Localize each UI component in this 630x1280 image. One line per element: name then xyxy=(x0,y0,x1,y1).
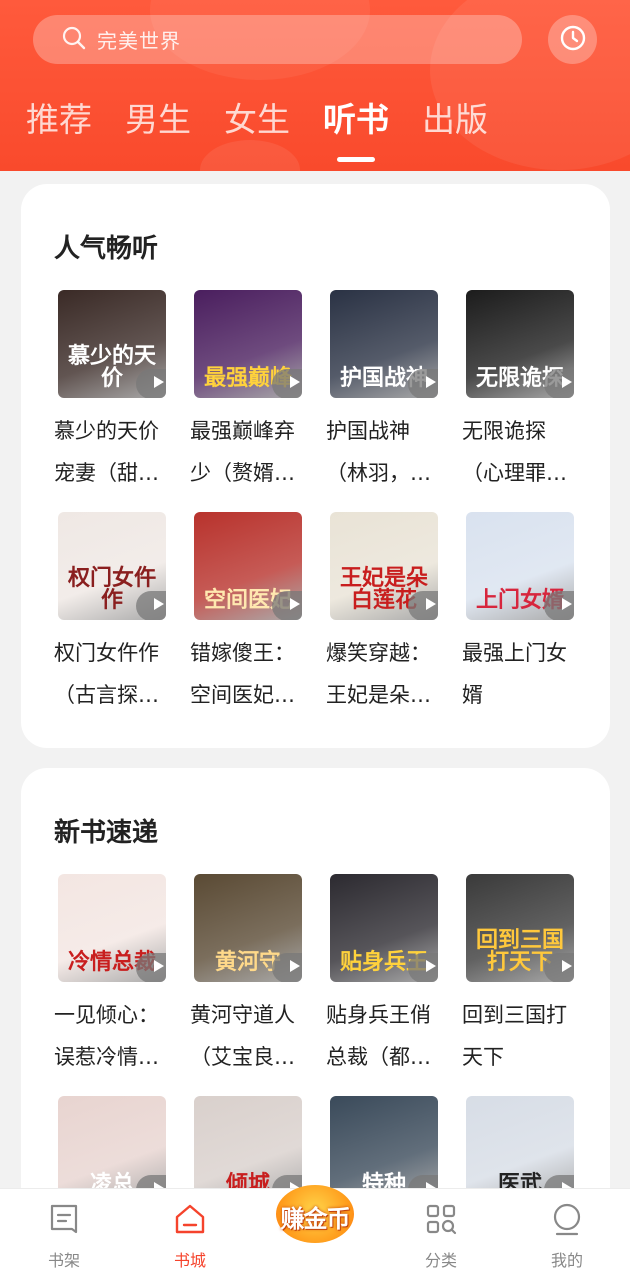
play-button[interactable] xyxy=(136,953,166,982)
nav-earn-coins[interactable]: 赚金币 xyxy=(268,1181,362,1251)
clock-icon xyxy=(558,23,588,57)
book-item[interactable]: 无限诡探无限诡探（心理罪… xyxy=(462,290,582,494)
book-title: 错嫁傻王：空间医妃… xyxy=(190,641,295,707)
search-bar[interactable]: 完美世界 xyxy=(33,15,522,64)
book-title: 爆笑穿越：王妃是朵… xyxy=(326,641,431,707)
popular-section: 人气畅听 慕少的天价 慕少的天价宠妻（甜… 最强巅峰 最强巅峰弃少（赘婿… 护国战神 护国… xyxy=(21,184,610,748)
book-item[interactable]: 上门女婿最强上门女婿 xyxy=(462,512,582,716)
book-item[interactable]: 最强巅峰最强巅峰弃少（赘婿… xyxy=(190,290,310,494)
book-item[interactable]: 空间医妃错嫁傻王：空间医妃… xyxy=(190,512,310,716)
nav-profile[interactable]: 我的 xyxy=(527,1201,607,1271)
book-cover[interactable]: 上门女婿 xyxy=(466,512,574,620)
book-cover[interactable]: 护国战神 xyxy=(330,290,438,398)
play-icon xyxy=(422,958,438,978)
play-icon xyxy=(422,374,438,394)
play-button[interactable] xyxy=(136,591,166,620)
book-title: 回到三国打天下 xyxy=(462,1003,567,1069)
play-icon xyxy=(558,958,574,978)
book-cover[interactable]: 慕少的天价 xyxy=(58,290,166,398)
play-button[interactable] xyxy=(408,369,438,398)
book-title: 护国战神（林羽，… xyxy=(326,419,431,485)
book-cover[interactable]: 无限诡探 xyxy=(466,290,574,398)
tab-female[interactable]: 女生 xyxy=(224,98,290,142)
top-header: 完美世界 推荐 男生 女生 听书 出版 xyxy=(0,0,630,171)
book-title: 黄河守道人（艾宝良… xyxy=(190,1003,295,1069)
play-button[interactable] xyxy=(272,369,302,398)
play-button[interactable] xyxy=(408,591,438,620)
nav-label: 书城 xyxy=(173,1251,206,1270)
book-cover[interactable]: 黄河守 xyxy=(194,874,302,982)
book-item[interactable]: 回到三国打天下 回到三国打天下 xyxy=(462,874,582,1078)
book-cover[interactable]: 冷情总裁 xyxy=(58,874,166,982)
book-title: 慕少的天价宠妻（甜… xyxy=(54,419,159,485)
play-button[interactable] xyxy=(272,953,302,982)
book-cover[interactable]: 回到三国打天下 xyxy=(466,874,574,982)
book-item[interactable]: 冷情总裁一见倾心：误惹冷情… xyxy=(54,874,174,1078)
bookshelf-icon xyxy=(46,1204,82,1241)
book-cover[interactable]: 权门女仵作 xyxy=(58,512,166,620)
bottom-navigation: 书架 书城 赚金币 分类 我的 xyxy=(0,1185,630,1280)
nav-category[interactable]: 分类 xyxy=(401,1201,481,1271)
tab-male[interactable]: 男生 xyxy=(125,98,191,142)
book-cover[interactable]: 空间医妃 xyxy=(194,512,302,620)
book-cover[interactable]: 王妃是朵白莲花 xyxy=(330,512,438,620)
nav-label: 书架 xyxy=(47,1251,80,1270)
search-placeholder: 完美世界 xyxy=(97,29,181,53)
section-title: 新书速递 xyxy=(54,818,159,848)
book-title: 权门女仵作（古言探… xyxy=(54,641,159,707)
book-item[interactable]: 护国战神护国战神（林羽，… xyxy=(326,290,446,494)
play-button[interactable] xyxy=(136,369,166,398)
tab-published[interactable]: 出版 xyxy=(422,98,488,142)
book-item[interactable]: 黄河守黄河守道人（艾宝良… xyxy=(190,874,310,1078)
book-item[interactable]: 贴身兵王贴身兵王俏总裁（都… xyxy=(326,874,446,1078)
book-item[interactable]: 慕少的天价慕少的天价宠妻（甜… xyxy=(54,290,174,494)
header-decoration xyxy=(200,140,300,171)
book-title: 无限诡探（心理罪… xyxy=(462,419,567,485)
book-title: 最强上门女婿 xyxy=(462,641,567,707)
search-icon xyxy=(61,25,87,55)
play-icon xyxy=(286,958,302,978)
tab-audiobook[interactable]: 听书 xyxy=(323,98,389,162)
nav-label: 我的 xyxy=(550,1251,583,1270)
play-icon xyxy=(286,374,302,394)
book-item[interactable]: 权门女仵作权门女仵作（古言探… xyxy=(54,512,174,716)
tab-recommend[interactable]: 推荐 xyxy=(26,98,92,142)
book-title: 一见倾心：误惹冷情… xyxy=(54,1003,159,1069)
play-icon xyxy=(558,596,574,616)
nav-bookstore[interactable]: 书城 xyxy=(150,1201,230,1271)
play-icon xyxy=(150,958,166,978)
history-button[interactable] xyxy=(548,15,597,64)
play-button[interactable] xyxy=(544,369,574,398)
nav-bookshelf[interactable]: 书架 xyxy=(24,1201,104,1271)
play-icon xyxy=(150,374,166,394)
earn-coins-label: 赚金币 xyxy=(280,1204,351,1233)
book-cover[interactable]: 贴身兵王 xyxy=(330,874,438,982)
play-icon xyxy=(150,596,166,616)
play-icon xyxy=(558,374,574,394)
nav-label: 分类 xyxy=(424,1251,457,1270)
book-item[interactable]: 王妃是朵白莲花爆笑穿越：王妃是朵… xyxy=(326,512,446,716)
play-button[interactable] xyxy=(544,953,574,982)
book-cover[interactable]: 最强巅峰 xyxy=(194,290,302,398)
bookstore-icon xyxy=(172,1204,208,1241)
play-button[interactable] xyxy=(272,591,302,620)
play-icon xyxy=(422,596,438,616)
profile-icon xyxy=(549,1203,585,1241)
book-title: 贴身兵王俏总裁（都… xyxy=(326,1003,431,1069)
category-icon xyxy=(423,1204,459,1241)
channel-tabs: 推荐 男生 女生 听书 出版 xyxy=(26,98,521,162)
play-button[interactable] xyxy=(408,953,438,982)
book-title: 最强巅峰弃少（赘婿… xyxy=(190,419,295,485)
play-icon xyxy=(286,596,302,616)
active-tab-indicator xyxy=(337,157,375,162)
play-button[interactable] xyxy=(544,591,574,620)
section-title: 人气畅听 xyxy=(54,234,159,264)
